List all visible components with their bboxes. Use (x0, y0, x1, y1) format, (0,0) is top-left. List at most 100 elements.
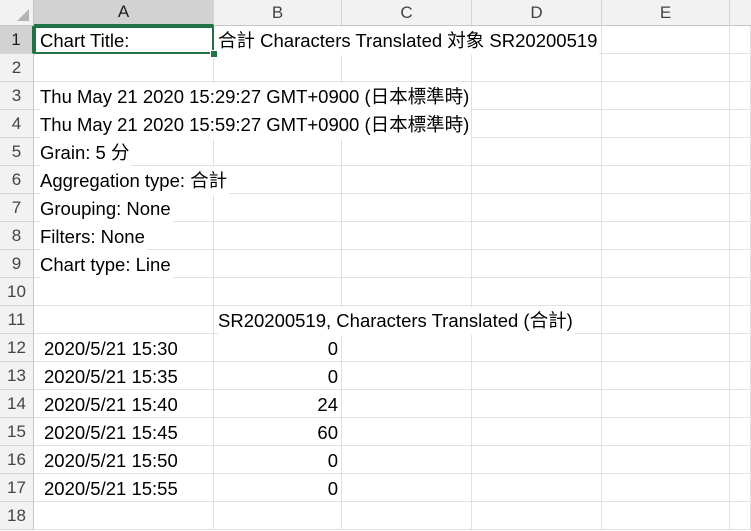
grid-cell-d13[interactable] (472, 362, 602, 390)
row-header-17[interactable]: 17 (0, 474, 34, 502)
cell-a13[interactable]: 2020/5/21 15:35 (44, 363, 180, 391)
grid-cell-f14[interactable] (730, 390, 751, 418)
grid-cell-d7[interactable] (472, 194, 602, 222)
grid-cell-b10[interactable] (214, 278, 342, 306)
grid-cell-d10[interactable] (472, 278, 602, 306)
grid-cell-f13[interactable] (730, 362, 751, 390)
column-header-c[interactable]: C (342, 0, 472, 26)
grid-cell-c6[interactable] (342, 166, 472, 194)
grid-cell-b5[interactable] (214, 138, 342, 166)
grid-cell-e18[interactable] (602, 502, 730, 530)
grid-cell-d8[interactable] (472, 222, 602, 250)
cell-b16[interactable]: 0 (214, 447, 340, 475)
column-header-d[interactable]: D (472, 0, 602, 26)
grid-cell-d6[interactable] (472, 166, 602, 194)
grid-cell-e15[interactable] (602, 418, 730, 446)
cell-b17[interactable]: 0 (214, 475, 340, 503)
grid-cell-e5[interactable] (602, 138, 730, 166)
grid-cell-e11[interactable] (602, 306, 730, 334)
cell-b12[interactable]: 0 (214, 335, 340, 363)
grid-cell-d18[interactable] (472, 502, 602, 530)
grid-cell-d5[interactable] (472, 138, 602, 166)
cell-b1[interactable]: 合計 Characters Translated 対象 SR20200519 (218, 27, 600, 55)
grid-cell-d2[interactable] (472, 54, 602, 82)
cell-a1[interactable]: Chart Title: (40, 27, 132, 55)
grid-cell-b18[interactable] (214, 502, 342, 530)
grid-cell-f1[interactable] (730, 26, 751, 54)
grid-cell-f5[interactable] (730, 138, 751, 166)
row-header-12[interactable]: 12 (0, 334, 34, 362)
grid-cell-c10[interactable] (342, 278, 472, 306)
row-header-15[interactable]: 15 (0, 418, 34, 446)
grid-cell-d16[interactable] (472, 446, 602, 474)
row-header-6[interactable]: 6 (0, 166, 34, 194)
grid-cell-d17[interactable] (472, 474, 602, 502)
grid-cell-a11[interactable] (34, 306, 214, 334)
row-header-8[interactable]: 8 (0, 222, 34, 250)
grid-cell-e13[interactable] (602, 362, 730, 390)
grid-cell-c2[interactable] (342, 54, 472, 82)
row-header-18[interactable]: 18 (0, 502, 34, 530)
grid-cell-b9[interactable] (214, 250, 342, 278)
grid-cell-f17[interactable] (730, 474, 751, 502)
grid-cell-d9[interactable] (472, 250, 602, 278)
grid-cell-e12[interactable] (602, 334, 730, 362)
grid-cell-b7[interactable] (214, 194, 342, 222)
grid-cell-f9[interactable] (730, 250, 751, 278)
cell-b13[interactable]: 0 (214, 363, 340, 391)
grid-cell-f15[interactable] (730, 418, 751, 446)
row-header-7[interactable]: 7 (0, 194, 34, 222)
cell-a17[interactable]: 2020/5/21 15:55 (44, 475, 180, 503)
cell-b14[interactable]: 24 (214, 391, 340, 419)
grid-cell-f4[interactable] (730, 110, 751, 138)
grid-cell-c16[interactable] (342, 446, 472, 474)
grid-cell-b8[interactable] (214, 222, 342, 250)
grid-cell-e17[interactable] (602, 474, 730, 502)
grid-cell-f8[interactable] (730, 222, 751, 250)
grid-cell-f7[interactable] (730, 194, 751, 222)
grid-cell-f10[interactable] (730, 278, 751, 306)
grid-cell-b6[interactable] (214, 166, 342, 194)
grid-cell-c12[interactable] (342, 334, 472, 362)
cell-a7[interactable]: Grouping: None (40, 195, 173, 223)
grid-cell-c14[interactable] (342, 390, 472, 418)
grid-cell-a10[interactable] (34, 278, 214, 306)
row-header-9[interactable]: 9 (0, 250, 34, 278)
grid-cell-e16[interactable] (602, 446, 730, 474)
cell-a6[interactable]: Aggregation type: 合計 (40, 167, 230, 195)
row-header-2[interactable]: 2 (0, 54, 34, 82)
grid-cell-c8[interactable] (342, 222, 472, 250)
cell-b15[interactable]: 60 (214, 419, 340, 447)
cell-a4[interactable]: Thu May 21 2020 15:59:27 GMT+0900 (日本標準時… (40, 111, 472, 139)
grid-cell-d12[interactable] (472, 334, 602, 362)
grid-cell-e9[interactable] (602, 250, 730, 278)
grid-cell-f3[interactable] (730, 82, 751, 110)
column-header-e[interactable]: E (602, 0, 730, 26)
grid-cell-f12[interactable] (730, 334, 751, 362)
grid-cell-c5[interactable] (342, 138, 472, 166)
select-all-button[interactable] (0, 0, 34, 26)
grid-cell-e10[interactable] (602, 278, 730, 306)
grid-cell-e4[interactable] (602, 110, 730, 138)
grid-cell-b2[interactable] (214, 54, 342, 82)
cell-a12[interactable]: 2020/5/21 15:30 (44, 335, 180, 363)
grid-cell-c17[interactable] (342, 474, 472, 502)
grid-cell-a2[interactable] (34, 54, 214, 82)
column-header-a[interactable]: A (34, 0, 214, 26)
cell-a15[interactable]: 2020/5/21 15:45 (44, 419, 180, 447)
row-header-13[interactable]: 13 (0, 362, 34, 390)
row-header-14[interactable]: 14 (0, 390, 34, 418)
row-header-4[interactable]: 4 (0, 110, 34, 138)
grid-cell-c15[interactable] (342, 418, 472, 446)
grid-cell-c18[interactable] (342, 502, 472, 530)
column-header-f-partial[interactable] (730, 0, 751, 26)
grid-cell-f18[interactable] (730, 502, 751, 530)
grid-cell-c7[interactable] (342, 194, 472, 222)
grid-cell-d15[interactable] (472, 418, 602, 446)
grid-cell-c9[interactable] (342, 250, 472, 278)
cell-a14[interactable]: 2020/5/21 15:40 (44, 391, 180, 419)
grid-cell-a18[interactable] (34, 502, 214, 530)
grid-cell-c13[interactable] (342, 362, 472, 390)
cell-a5[interactable]: Grain: 5 分 (40, 139, 132, 167)
cell-a8[interactable]: Filters: None (40, 223, 147, 251)
